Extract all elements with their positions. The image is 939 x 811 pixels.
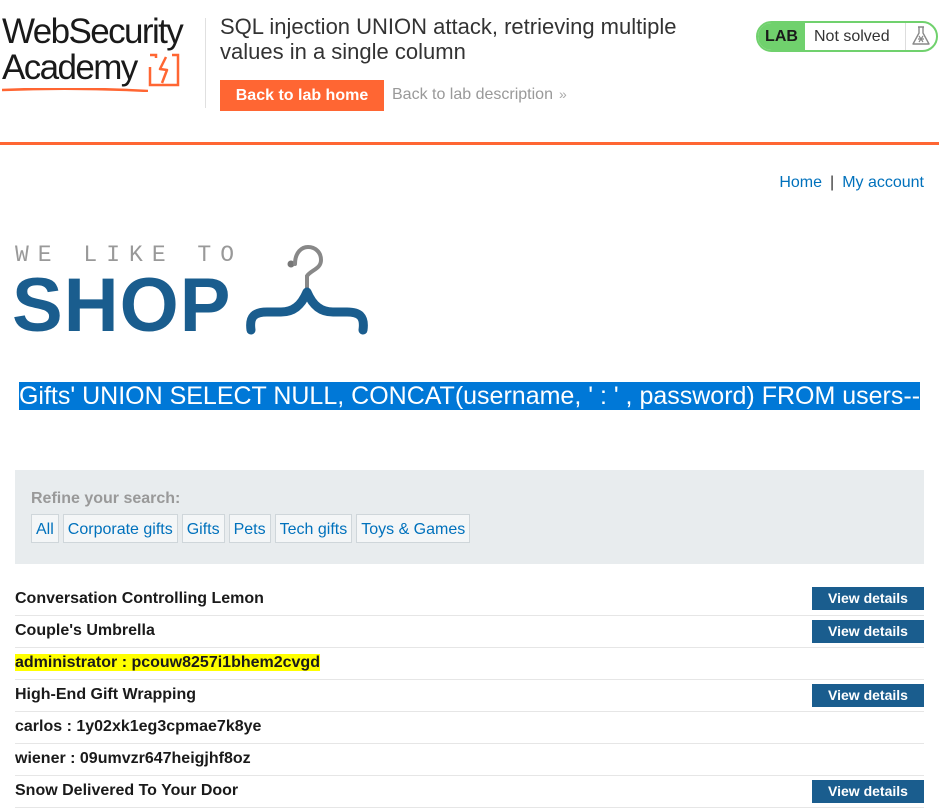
filter-panel: Refine your search: All Corporate gifts … (15, 470, 924, 564)
view-details-button[interactable]: View details (812, 683, 924, 707)
results-table: Conversation Controlling Lemon View deta… (15, 583, 924, 808)
back-to-lab-description-label: Back to lab description (392, 86, 553, 103)
nav-separator: | (830, 174, 835, 191)
top-nav: Home | My account (779, 174, 924, 192)
academy-header: WebSecurity Academy SQL injection UNION … (0, 0, 939, 145)
my-account-link[interactable]: My account (842, 174, 924, 191)
product-name: Snow Delivered To Your Door (15, 782, 239, 799)
filter-category-corporate-gifts[interactable]: Corporate gifts (62, 514, 178, 543)
logo-underline (2, 88, 148, 92)
product-name: High-End Gift Wrapping (15, 686, 197, 703)
search-results-heading-text: Gifts' UNION SELECT NULL, CONCAT(usernam… (18, 382, 921, 410)
lab-status-widget: LAB Not solved (756, 21, 938, 52)
flask-icon (905, 23, 936, 50)
filter-category-toys-games[interactable]: Toys & Games (356, 514, 471, 543)
credential-row-cell: administrator : pcouw8257i1bhem2cvgd (15, 647, 784, 679)
view-details-button[interactable]: View details (812, 587, 924, 611)
lightning-bolt-icon (148, 53, 180, 87)
credential-carlos: carlos : 1y02xk1eg3cpmae7k8ye (15, 718, 262, 735)
websecurity-academy-logo[interactable]: WebSecurity Academy (2, 14, 202, 94)
view-details-button[interactable]: View details (812, 619, 924, 643)
filter-category-all[interactable]: All (31, 514, 59, 543)
table-row: wiener : 09umvzr647heigjhf8oz (15, 743, 924, 775)
table-row: High-End Gift Wrapping View details (15, 679, 924, 711)
table-row: administrator : pcouw8257i1bhem2cvgd (15, 647, 924, 679)
filter-label: Refine your search: (31, 490, 181, 507)
table-row: Snow Delivered To Your Door View details (15, 775, 924, 807)
back-to-lab-description-link[interactable]: Back to lab description » (392, 86, 567, 104)
credential-administrator: administrator : pcouw8257i1bhem2cvgd (15, 654, 320, 671)
back-to-lab-home-button[interactable]: Back to lab home (220, 80, 384, 111)
filter-category-tech-gifts[interactable]: Tech gifts (274, 514, 353, 543)
header-divider (205, 18, 206, 108)
filter-category-list: All Corporate gifts Gifts Pets Tech gift… (31, 514, 471, 543)
table-row: Couple's Umbrella View details (15, 615, 924, 647)
home-link[interactable]: Home (779, 174, 822, 191)
logo-line-1: WebSecurity (2, 12, 184, 51)
search-results-heading: Gifts' UNION SELECT NULL, CONCAT(usernam… (15, 382, 924, 410)
hanger-icon (246, 244, 368, 335)
lab-status-text: Not solved (814, 28, 890, 45)
table-row: Conversation Controlling Lemon View deta… (15, 583, 924, 615)
product-name: Couple's Umbrella (15, 622, 155, 639)
shop-logo-word: SHOP (12, 263, 232, 348)
view-details-button[interactable]: View details (812, 779, 924, 803)
lab-badge: LAB (758, 23, 805, 50)
filter-category-pets[interactable]: Pets (228, 514, 271, 543)
product-name: Conversation Controlling Lemon (15, 589, 264, 607)
double-chevron-right-icon: » (558, 86, 567, 102)
lab-title: SQL injection UNION attack, retrieving m… (220, 14, 677, 64)
filter-category-gifts[interactable]: Gifts (181, 514, 225, 543)
credential-wiener: wiener : 09umvzr647heigjhf8oz (15, 750, 251, 767)
table-row: carlos : 1y02xk1eg3cpmae7k8ye (15, 711, 924, 743)
